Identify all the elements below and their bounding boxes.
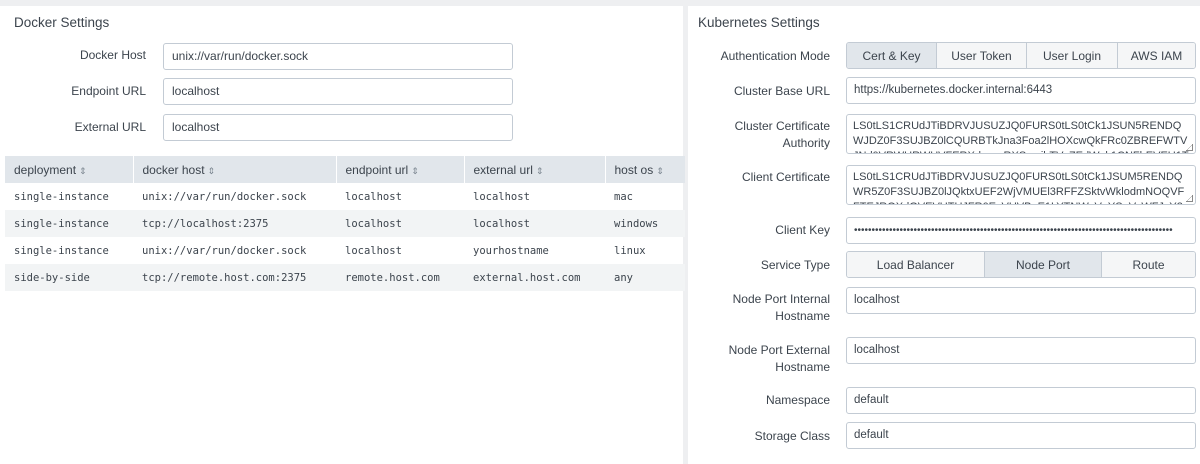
service-type-label: Service Type xyxy=(760,258,830,272)
cell-docker-host: tcp://remote.host.com:2375 xyxy=(133,264,336,291)
cluster-ca-label-line1: Cluster Certificate xyxy=(734,119,830,133)
docker-settings-panel: Docker Settings Docker Host unix://var/r… xyxy=(0,6,685,464)
cell-endpoint-url: localhost xyxy=(345,190,402,203)
service-type-segmented-control: Load Balancer Node Port Route xyxy=(846,251,1196,278)
auth-mode-cert-key-button[interactable]: Cert & Key xyxy=(847,43,937,68)
col-header-label: host os xyxy=(614,162,654,177)
col-header-host-os[interactable]: host os ⇕ xyxy=(605,156,685,183)
cell-host-os: any xyxy=(605,264,685,291)
cell-deployment: single-instance xyxy=(5,210,133,237)
node-port-internal-label: Node Port Internal Hostname xyxy=(690,291,830,325)
col-header-label: docker host xyxy=(142,162,205,177)
col-header-label: external url xyxy=(473,162,533,177)
service-type-node-port-button[interactable]: Node Port xyxy=(985,252,1102,277)
cell-deployment: single-instance xyxy=(14,190,109,203)
cluster-ca-textarea[interactable]: LS0tLS1CRUdJTiBDRVJUSUZJQ0FURS0tLS0tCk1J… xyxy=(846,114,1196,154)
auth-mode-user-token-button[interactable]: User Token xyxy=(937,43,1027,68)
col-header-label: endpoint url xyxy=(345,162,409,177)
namespace-label: Namespace xyxy=(765,393,830,407)
service-type-route-button[interactable]: Route xyxy=(1102,252,1195,277)
namespace-input[interactable]: default xyxy=(846,387,1196,414)
kubernetes-settings-title: Kubernetes Settings xyxy=(698,15,820,30)
client-cert-label: Client Certificate xyxy=(741,170,830,184)
cluster-ca-label: Cluster Certificate Authority xyxy=(690,118,830,152)
cell-external-url: localhost xyxy=(473,190,530,203)
cluster-ca-value: LS0tLS1CRUdJTiBDRVJUSUZJQ0FURS0tLS0tCk1J… xyxy=(853,120,1189,153)
auth-mode-segmented-control: Cert & Key User Token User Login AWS IAM xyxy=(846,42,1196,69)
client-key-input[interactable]: ••••••••••••••••••••••••••••••••••••••••… xyxy=(846,217,1196,244)
sort-icon[interactable]: ⇕ xyxy=(536,166,544,176)
external-url-label: External URL xyxy=(74,120,146,134)
cell-external-url: yourhostname xyxy=(473,244,549,257)
cell-docker-host: unix://var/run/docker.sock xyxy=(142,190,307,203)
service-type-load-balancer-button[interactable]: Load Balancer xyxy=(847,252,985,277)
docker-host-input[interactable]: unix://var/run/docker.sock xyxy=(163,43,513,70)
kubernetes-settings-panel: Kubernetes Settings Authentication Mode … xyxy=(688,6,1200,464)
node-port-external-label: Node Port External Hostname xyxy=(690,342,830,376)
sort-icon[interactable]: ⇕ xyxy=(656,166,664,176)
node-port-external-label-line1: Node Port External xyxy=(728,343,830,357)
cell-host-os: linux xyxy=(614,244,646,257)
cell-docker-host: tcp://localhost:2375 xyxy=(133,210,336,237)
storage-class-label: Storage Class xyxy=(754,429,830,443)
cluster-base-url-input[interactable]: https://kubernetes.docker.internal:6443 xyxy=(846,77,1196,104)
sort-icon[interactable]: ⇕ xyxy=(79,166,87,176)
endpoint-url-label: Endpoint URL xyxy=(71,84,146,98)
sort-icon[interactable]: ⇕ xyxy=(208,166,216,176)
cell-deployment: single-instance xyxy=(14,244,109,257)
col-header-deployment[interactable]: deployment ⇕ xyxy=(5,156,134,183)
cell-host-os: mac xyxy=(614,190,633,203)
table-row: single-instance tcp://localhost:2375 loc… xyxy=(5,210,685,237)
col-header-docker-host[interactable]: docker host ⇕ xyxy=(133,156,337,183)
storage-class-input[interactable]: default xyxy=(846,422,1196,449)
table-row: single-instance unix://var/run/docker.so… xyxy=(5,237,685,264)
resize-grip-icon[interactable] xyxy=(1186,144,1193,151)
cell-endpoint-url: localhost xyxy=(336,210,464,237)
cluster-ca-label-line2: Authority xyxy=(782,136,830,150)
external-url-input[interactable]: localhost xyxy=(163,114,513,141)
table-header-row: deployment ⇕ docker host ⇕ endpoint url ⇕ e… xyxy=(5,156,685,183)
col-header-endpoint-url[interactable]: endpoint url ⇕ xyxy=(336,156,465,183)
cell-host-os: windows xyxy=(605,210,685,237)
node-port-external-label-line2: Hostname xyxy=(775,360,830,374)
table-row: single-instance unix://var/run/docker.so… xyxy=(5,183,685,210)
client-cert-textarea[interactable]: LS0tLS1CRUdJTiBDRVJUSUZJQ0FURS0tLS0tCk1J… xyxy=(846,165,1196,205)
cell-external-url: localhost xyxy=(464,210,605,237)
docker-settings-title: Docker Settings xyxy=(14,15,110,30)
node-port-internal-label-line2: Hostname xyxy=(775,309,830,323)
node-port-internal-input[interactable]: localhost xyxy=(846,287,1196,314)
deployment-table: deployment ⇕ docker host ⇕ endpoint url ⇕ e… xyxy=(5,156,685,291)
auth-mode-user-login-button[interactable]: User Login xyxy=(1027,43,1118,68)
cell-docker-host: unix://var/run/docker.sock xyxy=(142,244,307,257)
cell-deployment: side-by-side xyxy=(5,264,133,291)
client-cert-value: LS0tLS1CRUdJTiBDRVJUSUZJQ0FURS0tLS0tCk1J… xyxy=(853,171,1189,204)
table-row: side-by-side tcp://remote.host.com:2375 … xyxy=(5,264,685,291)
cell-endpoint-url: remote.host.com xyxy=(336,264,464,291)
docker-host-label: Docker Host xyxy=(79,48,146,62)
client-key-label: Client Key xyxy=(775,223,830,237)
sort-icon[interactable]: ⇕ xyxy=(411,166,419,176)
resize-grip-icon[interactable] xyxy=(1186,195,1193,202)
col-header-label: deployment xyxy=(14,162,77,177)
auth-mode-label: Authentication Mode xyxy=(720,49,830,63)
cell-external-url: external.host.com xyxy=(464,264,605,291)
cell-endpoint-url: localhost xyxy=(345,244,402,257)
auth-mode-aws-iam-button[interactable]: AWS IAM xyxy=(1118,43,1195,68)
node-port-external-input[interactable]: localhost xyxy=(846,337,1196,364)
col-header-external-url[interactable]: external url ⇕ xyxy=(464,156,606,183)
endpoint-url-input[interactable]: localhost xyxy=(163,78,513,105)
cluster-base-url-label: Cluster Base URL xyxy=(733,84,830,98)
node-port-internal-label-line1: Node Port Internal xyxy=(732,292,830,306)
